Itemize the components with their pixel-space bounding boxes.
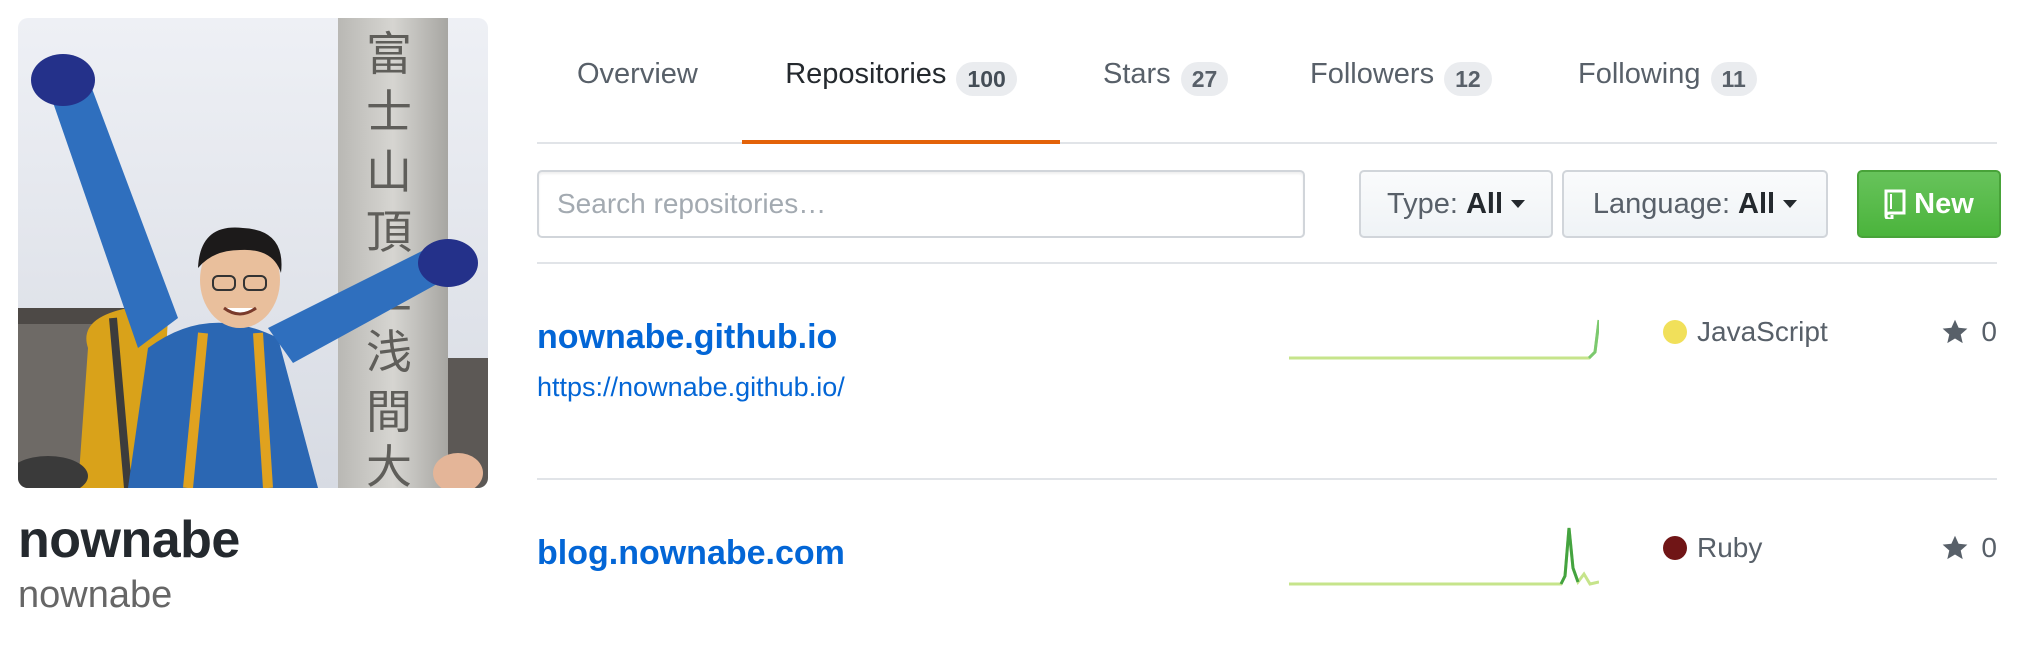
tab-label: Stars xyxy=(1103,58,1171,90)
chevron-down-icon xyxy=(1511,200,1525,208)
repositories-count-badge: 100 xyxy=(956,62,1017,96)
svg-text:間: 間 xyxy=(366,385,412,439)
profile-avatar[interactable]: 富 士 山 頂 上 浅 間 大 xyxy=(18,18,488,488)
language-filter-label: Language: xyxy=(1592,187,1731,220)
profile-tabs: Overview Repositories 100 Stars 27 Follo… xyxy=(537,0,1997,144)
repo-language: Ruby xyxy=(1663,532,1762,564)
svg-text:士: 士 xyxy=(366,85,412,139)
search-repositories-input[interactable] xyxy=(537,170,1305,238)
language-filter-value: All xyxy=(1738,187,1776,220)
repo-filter-bar: Type: All Language: All New xyxy=(537,144,2001,264)
tab-label: Followers xyxy=(1310,58,1435,90)
type-filter-value: All xyxy=(1465,187,1503,220)
tab-stars[interactable]: Stars 27 xyxy=(1103,58,1229,144)
new-button-label: New xyxy=(1914,187,1974,220)
tab-followers[interactable]: Followers 12 xyxy=(1310,58,1492,144)
language-color-dot xyxy=(1663,320,1687,344)
followers-count-badge: 12 xyxy=(1444,62,1492,96)
tab-overview[interactable]: Overview xyxy=(577,58,698,144)
tab-following[interactable]: Following 11 xyxy=(1578,58,1757,144)
chevron-down-icon xyxy=(1783,200,1798,208)
star-icon xyxy=(1943,535,1968,560)
stars-count-badge: 27 xyxy=(1180,62,1229,96)
repo-name-link[interactable]: nownabe.github.io xyxy=(537,318,837,357)
svg-text:頂: 頂 xyxy=(366,205,412,259)
tab-repositories[interactable]: Repositories 100 xyxy=(742,58,1060,144)
tab-label: Following xyxy=(1578,58,1701,90)
repo-book-icon xyxy=(1884,189,1906,219)
avatar-photo: 富 士 山 頂 上 浅 間 大 xyxy=(18,18,488,488)
type-filter-dropdown[interactable]: Type: All xyxy=(1359,170,1553,238)
svg-text:富: 富 xyxy=(366,27,412,81)
star-icon xyxy=(1943,319,1968,344)
svg-text:大: 大 xyxy=(366,440,412,488)
following-count-badge: 11 xyxy=(1710,62,1757,96)
tab-label: Overview xyxy=(577,58,698,90)
repo-stargazers-link[interactable]: 0 xyxy=(1941,316,1997,348)
svg-text:山: 山 xyxy=(366,145,412,199)
profile-fullname: nownabe xyxy=(18,511,240,569)
repo-language: JavaScript xyxy=(1663,316,1828,348)
profile-username: nownabe xyxy=(18,574,173,616)
repo-name-link[interactable]: blog.nownabe.com xyxy=(537,534,845,573)
new-repository-button[interactable]: New xyxy=(1857,170,2001,238)
repo-list-item: nownabe.github.io https://nownabe.github… xyxy=(537,264,1997,480)
language-color-dot xyxy=(1663,536,1687,560)
repo-star-count: 0 xyxy=(1981,532,1997,563)
type-filter-label: Type: xyxy=(1387,187,1458,220)
repo-list-item: blog.nownabe.com Ruby 0 xyxy=(537,480,1997,648)
repo-stargazers-link[interactable]: 0 xyxy=(1941,532,1997,564)
svg-text:浅: 浅 xyxy=(366,325,412,379)
tab-label: Repositories xyxy=(785,58,947,90)
repo-language-label: Ruby xyxy=(1697,532,1763,563)
activity-sparkline xyxy=(1289,527,1599,586)
repo-language-label: JavaScript xyxy=(1697,316,1828,347)
repo-star-count: 0 xyxy=(1981,316,1997,347)
language-filter-dropdown[interactable]: Language: All xyxy=(1562,170,1828,238)
activity-sparkline xyxy=(1289,319,1599,360)
repo-homepage-link[interactable]: https://nownabe.github.io/ xyxy=(537,372,845,403)
